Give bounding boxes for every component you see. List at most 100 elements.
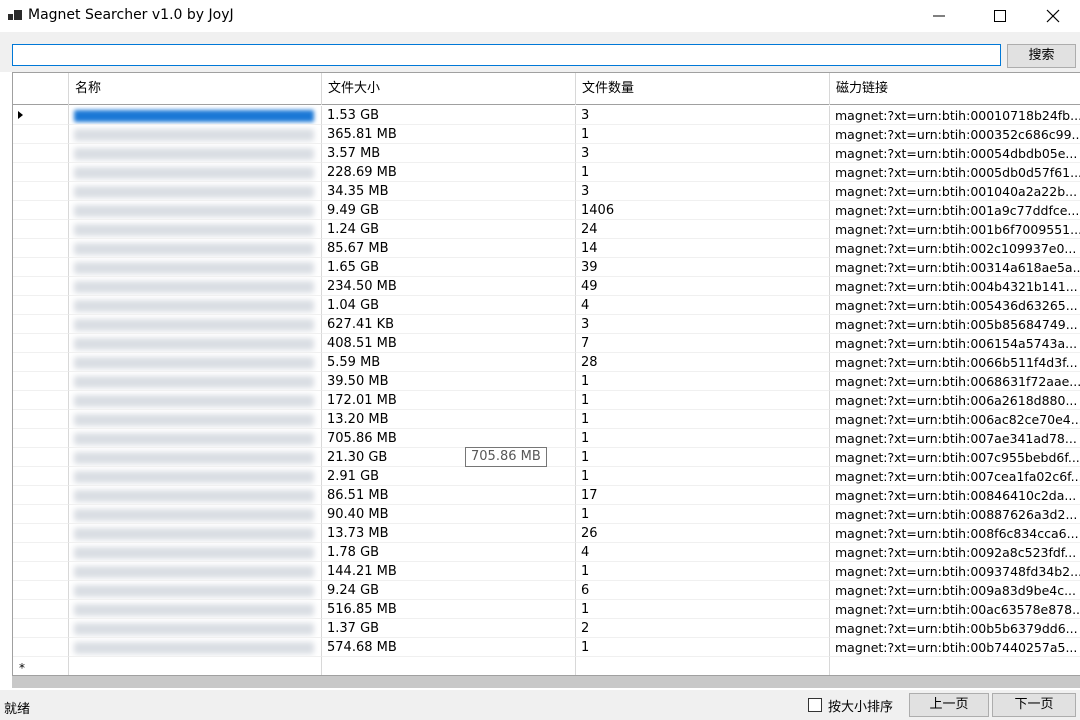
magnet-cell[interactable]: magnet:?xt=urn:btih:004b4321b141... xyxy=(830,277,1080,296)
new-row[interactable]: * xyxy=(13,657,1080,675)
row-header[interactable] xyxy=(13,201,69,220)
column-header-magnet[interactable]: 磁力链接 xyxy=(830,73,1080,105)
name-cell[interactable] xyxy=(69,448,322,467)
row-header[interactable] xyxy=(13,391,69,410)
table-row[interactable]: 9.24 GB 6 magnet:?xt=urn:btih:009a83d9be4c… xyxy=(13,581,1080,600)
size-cell[interactable]: 13.20 MB xyxy=(322,410,576,429)
sort-by-size-label[interactable]: 按大小排序 xyxy=(828,696,893,715)
row-header[interactable] xyxy=(13,144,69,163)
count-cell[interactable]: 3 xyxy=(576,315,830,334)
count-cell[interactable]: 39 xyxy=(576,258,830,277)
magnet-cell[interactable]: magnet:?xt=urn:btih:009a83d9be4c... xyxy=(830,581,1080,600)
table-row[interactable]: 1.78 GB 4 magnet:?xt=urn:btih:0092a8c523fd… xyxy=(13,543,1080,562)
count-cell[interactable]: 28 xyxy=(576,353,830,372)
name-cell[interactable] xyxy=(69,277,322,296)
search-button[interactable]: 搜索 xyxy=(1007,44,1076,68)
table-row[interactable]: 9.49 GB 1406 magnet:?xt=urn:btih:001a9c77d… xyxy=(13,201,1080,220)
count-cell[interactable]: 1 xyxy=(576,410,830,429)
column-header-name[interactable]: 名称 xyxy=(69,73,322,105)
size-cell[interactable]: 2.91 GB xyxy=(322,467,576,486)
magnet-cell[interactable]: magnet:?xt=urn:btih:001b6f7009551... xyxy=(830,220,1080,239)
next-page-button[interactable]: 下一页 xyxy=(992,693,1076,717)
row-header[interactable] xyxy=(13,315,69,334)
magnet-cell[interactable]: magnet:?xt=urn:btih:005436d63265... xyxy=(830,296,1080,315)
size-cell[interactable]: 408.51 MB xyxy=(322,334,576,353)
table-row[interactable]: 90.40 MB 1 magnet:?xt=urn:btih:00887626a3d… xyxy=(13,505,1080,524)
table-row[interactable]: 234.50 MB 49 magnet:?xt=urn:btih:004b4321b… xyxy=(13,277,1080,296)
count-cell[interactable]: 3 xyxy=(576,106,830,125)
size-cell[interactable]: 172.01 MB xyxy=(322,391,576,410)
count-cell[interactable]: 1 xyxy=(576,125,830,144)
count-cell[interactable]: 4 xyxy=(576,543,830,562)
row-header[interactable] xyxy=(13,562,69,581)
table-row[interactable]: 365.81 MB 1 magnet:?xt=urn:btih:000352c686… xyxy=(13,125,1080,144)
count-cell[interactable]: 1 xyxy=(576,505,830,524)
row-header[interactable] xyxy=(13,220,69,239)
name-cell[interactable] xyxy=(69,581,322,600)
row-header[interactable]: * xyxy=(13,657,69,675)
table-row[interactable]: 3.57 MB 3 magnet:?xt=urn:btih:00054dbdb05e… xyxy=(13,144,1080,163)
row-header[interactable] xyxy=(13,163,69,182)
table-row[interactable]: 86.51 MB 17 magnet:?xt=urn:btih:00846410c2… xyxy=(13,486,1080,505)
results-grid[interactable]: 名称 文件大小 文件数量 磁力链接 1.53 GB 3 magnet:?xt=urn… xyxy=(12,72,1080,676)
row-header[interactable] xyxy=(13,182,69,201)
table-row[interactable]: 627.41 KB 3 magnet:?xt=urn:btih:005b856847… xyxy=(13,315,1080,334)
magnet-cell[interactable]: magnet:?xt=urn:btih:00314a618ae5a... xyxy=(830,258,1080,277)
table-row[interactable]: 1.65 GB 39 magnet:?xt=urn:btih:00314a618ae… xyxy=(13,258,1080,277)
magnet-cell[interactable]: magnet:?xt=urn:btih:007ae341ad78... xyxy=(830,429,1080,448)
name-cell[interactable] xyxy=(69,619,322,638)
name-cell[interactable] xyxy=(69,258,322,277)
row-header[interactable] xyxy=(13,372,69,391)
size-cell[interactable]: 1.78 GB xyxy=(322,543,576,562)
minimize-button[interactable] xyxy=(916,0,962,32)
table-row[interactable]: 574.68 MB 1 magnet:?xt=urn:btih:00b7440257… xyxy=(13,638,1080,657)
size-cell[interactable]: 39.50 MB xyxy=(322,372,576,391)
table-row[interactable]: 228.69 MB 1 magnet:?xt=urn:btih:0005db0d57… xyxy=(13,163,1080,182)
magnet-cell[interactable]: magnet:?xt=urn:btih:008f6c834cca6... xyxy=(830,524,1080,543)
name-cell[interactable] xyxy=(69,467,322,486)
row-header[interactable] xyxy=(13,543,69,562)
name-cell[interactable] xyxy=(69,486,322,505)
size-cell[interactable]: 9.49 GB xyxy=(322,201,576,220)
magnet-cell[interactable]: magnet:?xt=urn:btih:00010718b24fb... xyxy=(830,106,1080,125)
count-cell[interactable]: 1 xyxy=(576,391,830,410)
table-row[interactable]: 5.59 MB 28 magnet:?xt=urn:btih:0066b511f4d… xyxy=(13,353,1080,372)
name-cell[interactable] xyxy=(69,239,322,258)
count-cell[interactable]: 1 xyxy=(576,448,830,467)
size-cell[interactable]: 86.51 MB xyxy=(322,486,576,505)
empty-cell[interactable] xyxy=(69,657,322,675)
name-cell[interactable] xyxy=(69,353,322,372)
name-cell[interactable] xyxy=(69,524,322,543)
size-cell[interactable]: 705.86 MB xyxy=(322,429,576,448)
row-header[interactable] xyxy=(13,410,69,429)
row-header[interactable] xyxy=(13,429,69,448)
row-header[interactable] xyxy=(13,106,69,125)
magnet-cell[interactable]: magnet:?xt=urn:btih:0005db0d57f61... xyxy=(830,163,1080,182)
count-cell[interactable]: 1 xyxy=(576,600,830,619)
size-cell[interactable]: 3.57 MB xyxy=(322,144,576,163)
magnet-cell[interactable]: magnet:?xt=urn:btih:0093748fd34b2... xyxy=(830,562,1080,581)
table-row[interactable]: 1.37 GB 2 magnet:?xt=urn:btih:00b5b6379dd6… xyxy=(13,619,1080,638)
previous-page-button[interactable]: 上一页 xyxy=(909,693,989,717)
magnet-cell[interactable]: magnet:?xt=urn:btih:006154a5743a... xyxy=(830,334,1080,353)
row-header[interactable] xyxy=(13,581,69,600)
horizontal-scrollbar[interactable] xyxy=(12,676,1080,688)
magnet-cell[interactable]: magnet:?xt=urn:btih:005b85684749... xyxy=(830,315,1080,334)
count-cell[interactable]: 4 xyxy=(576,296,830,315)
row-header[interactable] xyxy=(13,277,69,296)
table-row[interactable]: 85.67 MB 14 magnet:?xt=urn:btih:002c109937… xyxy=(13,239,1080,258)
name-cell[interactable] xyxy=(69,505,322,524)
magnet-cell[interactable]: magnet:?xt=urn:btih:006a2618d880... xyxy=(830,391,1080,410)
magnet-cell[interactable]: magnet:?xt=urn:btih:0092a8c523fdf... xyxy=(830,543,1080,562)
name-cell[interactable] xyxy=(69,315,322,334)
magnet-cell[interactable]: magnet:?xt=urn:btih:00887626a3d2... xyxy=(830,505,1080,524)
empty-cell[interactable] xyxy=(830,657,1080,675)
name-cell[interactable] xyxy=(69,600,322,619)
row-header[interactable] xyxy=(13,467,69,486)
table-row[interactable]: 34.35 MB 3 magnet:?xt=urn:btih:001040a2a22… xyxy=(13,182,1080,201)
magnet-cell[interactable]: magnet:?xt=urn:btih:002c109937e0... xyxy=(830,239,1080,258)
count-cell[interactable]: 1 xyxy=(576,562,830,581)
magnet-cell[interactable]: magnet:?xt=urn:btih:0068631f72aae... xyxy=(830,372,1080,391)
magnet-cell[interactable]: magnet:?xt=urn:btih:0066b511f4d3f... xyxy=(830,353,1080,372)
table-row[interactable]: 1.04 GB 4 magnet:?xt=urn:btih:005436d63265… xyxy=(13,296,1080,315)
